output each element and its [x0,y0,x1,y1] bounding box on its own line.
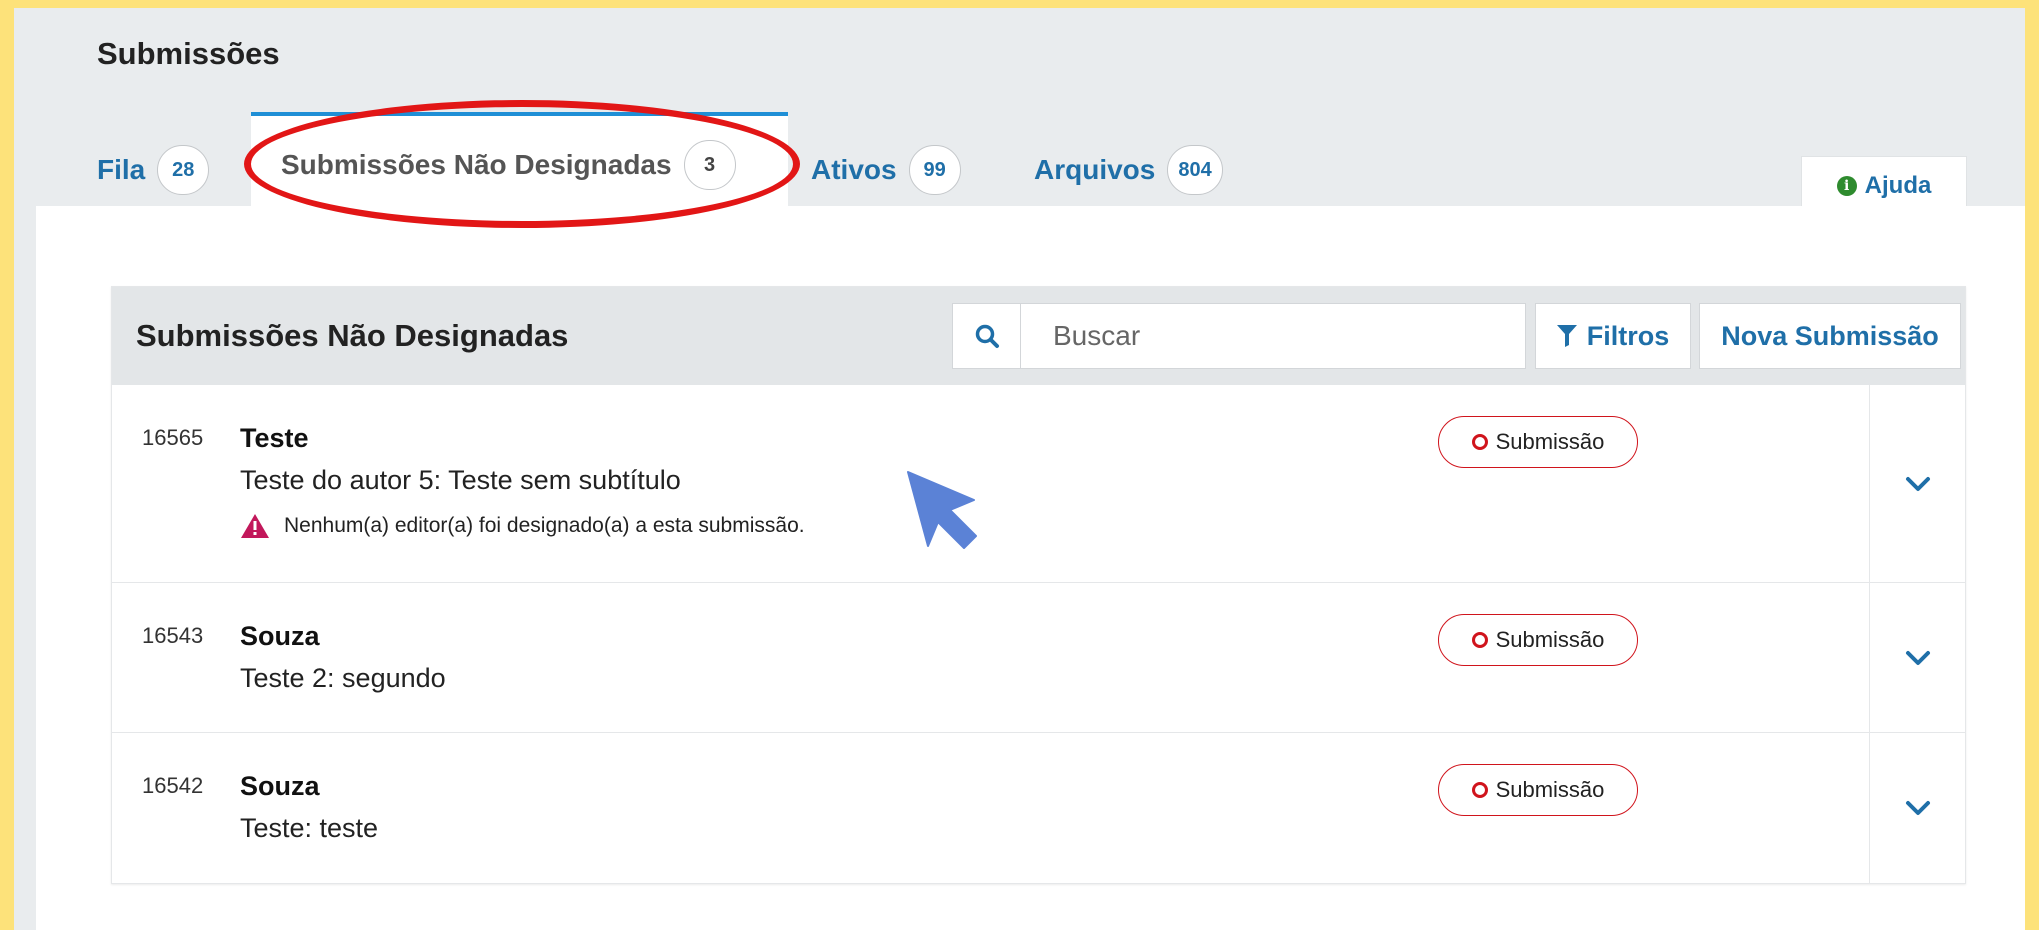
tab-submissoes-nao-designadas[interactable]: Submissões Não Designadas 3 [251,112,788,214]
submission-title: Teste do autor 5: Teste sem subtítulo [240,465,681,495]
submission-id: 16565 [142,425,204,450]
status-label: Submissão [1495,429,1605,454]
tab-label: Arquivos [1034,154,1156,185]
new-submission-button[interactable]: Nova Submissão [1699,303,1961,369]
unassigned-warning: Nenhum(a) editor(a) foi designado(a) a e… [240,513,805,539]
tab-label: Fila [97,154,146,185]
help-label: Ajuda [1864,171,1932,199]
filter-button[interactable]: Filtros [1535,303,1691,369]
status-dot-icon [1471,632,1488,648]
submission-author: Souza [240,771,320,801]
filter-icon [1556,325,1577,347]
content-panel: Submissões Não Designadas Filtros [36,206,2025,930]
submission-title: Teste: teste [240,813,379,843]
tab-ativos[interactable]: Ativos 99 [811,120,961,220]
filter-label: Filtros [1586,320,1670,351]
status-badge: Submissão [1438,614,1638,666]
tab-arquivos[interactable]: Arquivos 804 [1034,120,1223,220]
status-dot-icon [1471,782,1488,798]
tab-count-badge: 28 [157,145,210,195]
warning-text: Nenhum(a) editor(a) foi designado(a) a e… [284,514,805,537]
chevron-down-icon [1905,801,1930,815]
chevron-down-icon [1905,476,1930,491]
submission-author: Souza [240,621,320,651]
submission-id: 16543 [142,623,204,648]
status-label: Submissão [1495,627,1605,652]
submission-title: Teste 2: segundo [240,663,446,693]
list-item[interactable]: 16543 Souza Teste 2: segundo Submissão [112,583,1965,733]
status-label: Submissão [1495,777,1605,802]
submission-id: 16542 [142,773,204,798]
status-dot-icon [1471,434,1488,450]
expand-button[interactable] [1869,733,1965,883]
warning-icon [241,514,269,538]
submissions-list: Submissões Não Designadas Filtros [111,286,1966,884]
submission-author: Teste [240,423,309,453]
chevron-down-icon [1905,650,1930,665]
tab-label: Submissões Não Designadas [281,149,672,180]
list-item[interactable]: 16542 Souza Teste: teste Submissão [112,733,1965,883]
page-title: Submissões [97,36,280,71]
tab-count-badge: 99 [908,145,961,195]
info-icon: i [1836,175,1857,196]
tab-count-badge: 804 [1167,145,1223,195]
list-header: Submissões Não Designadas Filtros [112,287,1965,385]
tab-fila[interactable]: Fila 28 [97,120,210,220]
tab-label: Ativos [811,154,897,185]
list-item[interactable]: 16565 Teste Teste do autor 5: Teste sem … [112,385,1965,583]
search-button[interactable] [953,304,1021,368]
search-input[interactable] [1021,304,1525,368]
search-box [952,303,1526,369]
status-badge: Submissão [1438,764,1638,816]
expand-button[interactable] [1869,583,1965,732]
status-badge: Submissão [1438,416,1638,468]
app-frame: Submissões Fila 28 Submissões Não Design… [14,8,2025,930]
expand-button[interactable] [1869,385,1965,582]
tab-count-badge: 3 [683,140,736,190]
search-icon [975,324,999,348]
list-title: Submissões Não Designadas [136,318,569,353]
